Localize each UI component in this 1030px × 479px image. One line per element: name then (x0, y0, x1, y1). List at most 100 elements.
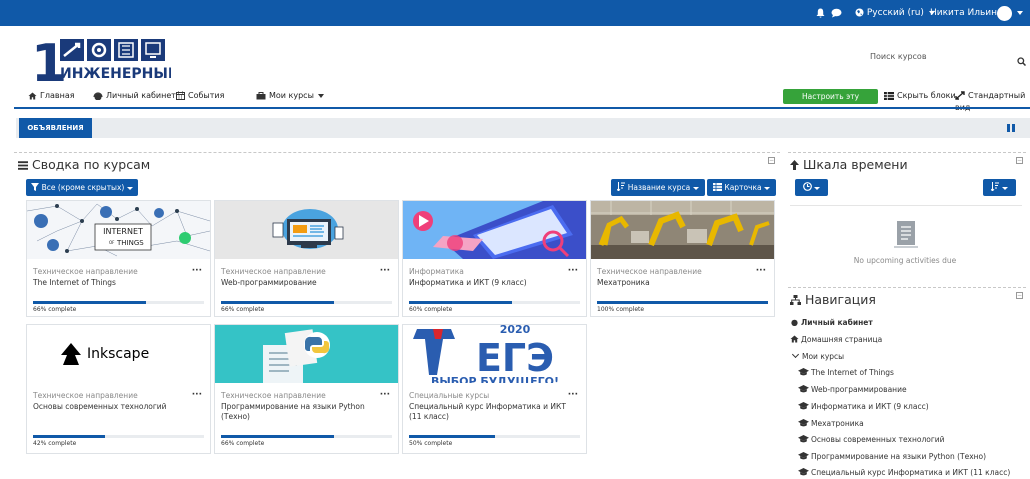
dashboard-icon (791, 319, 798, 327)
nav-tree-course[interactable]: Web-программирование (798, 385, 907, 394)
language-label: Русский (ru) (866, 8, 924, 18)
globe-icon (855, 8, 864, 17)
progress-fill (409, 301, 512, 304)
course-name-link[interactable]: Web-программирование (221, 278, 381, 288)
top-navbar: Русский (ru) Никита Ильин (0, 0, 1030, 26)
navigation-title-text: Навигация (805, 292, 876, 307)
progress-fill (33, 435, 105, 438)
course-view-label: Карточка (724, 183, 762, 192)
graduation-cap-icon (798, 452, 809, 460)
standard-view-button[interactable]: Стандартный вид (955, 90, 1030, 112)
dashboard-icon (93, 92, 103, 101)
course-actions-menu[interactable]: ··· (192, 266, 202, 276)
course-category: Техническое направление (221, 391, 326, 400)
messages-chat-icon[interactable] (831, 0, 843, 26)
course-image-python[interactable] (215, 325, 398, 383)
course-name-link[interactable]: Специальный курс Информатика и ИКТ (11 к… (409, 402, 569, 422)
nav-tree-course-label: Программирование на языки Python (Техно) (811, 452, 987, 461)
course-actions-menu[interactable]: ··· (380, 266, 390, 276)
course-view-dropdown[interactable]: Карточка (707, 179, 776, 196)
no-upcoming-activities-text: No upcoming activities due (853, 256, 957, 265)
course-actions-menu[interactable]: ··· (192, 390, 202, 400)
progress-fill (409, 435, 495, 438)
course-card[interactable]: Информатика ··· Информатика и ИКТ (9 кла… (402, 200, 587, 317)
timeline-divider (788, 152, 1026, 153)
language-menu[interactable]: Русский (ru) (855, 0, 935, 26)
overview-collapse-icon[interactable]: − (768, 157, 775, 164)
course-image-mechatronics[interactable] (591, 201, 774, 259)
hide-blocks-button[interactable]: Скрыть блоки (884, 90, 956, 104)
expand-arrows-icon (955, 91, 965, 100)
chevron-down-icon (126, 186, 133, 190)
course-progress-label: 50% complete (409, 440, 453, 447)
course-name-link[interactable]: The Internet of Things (33, 278, 193, 288)
nav-events[interactable]: События (176, 90, 224, 104)
course-search-input[interactable]: Поиск курсов (870, 52, 927, 61)
course-card[interactable]: Техническое направление ··· Программиров… (214, 324, 399, 454)
iot-text-of: OF (109, 240, 115, 245)
nav-tree-my-courses[interactable]: Мои курсы (791, 350, 845, 361)
nav-dashboard[interactable]: Личный кабинет (93, 90, 176, 104)
nav-tree-dashboard[interactable]: Личный кабинет (790, 318, 873, 327)
course-image-inkscape[interactable]: Inkscape (27, 325, 210, 383)
course-filter-dropdown[interactable]: Все (кроме скрытых) (26, 179, 138, 196)
chevron-down-icon (791, 350, 800, 359)
nav-tree-course[interactable]: Программирование на языки Python (Техно) (798, 452, 986, 461)
nav-tree-course[interactable]: Специальный курс Информатика и ИКТ (11 к… (798, 468, 1010, 477)
timeline-sort-dropdown[interactable] (983, 179, 1016, 196)
course-progress-bar (409, 301, 580, 304)
course-progress-bar (409, 435, 580, 438)
graduation-cap-icon (798, 419, 809, 427)
user-menu-chevron-icon[interactable] (1017, 11, 1023, 15)
course-image-ege[interactable]: 2020 ЕГЭ ВЫБОР БУДУЩЕГО! (403, 325, 586, 383)
progress-fill (221, 301, 334, 304)
course-image-informatics[interactable] (403, 201, 586, 259)
course-card[interactable]: 2020 ЕГЭ ВЫБОР БУДУЩЕГО! Специальные кур… (402, 324, 587, 454)
avatar[interactable] (997, 6, 1012, 21)
customize-page-button[interactable]: Настроить эту страницу (783, 89, 878, 116)
nav-tree-my-courses-label: Мои курсы (802, 352, 845, 361)
timeline-collapse-icon[interactable]: − (1016, 157, 1023, 164)
navigation-collapse-icon[interactable]: − (1016, 292, 1023, 299)
nav-home[interactable]: Главная (28, 90, 75, 104)
course-sort-dropdown[interactable]: Название курса (611, 179, 705, 196)
announcements-bar (16, 118, 1030, 138)
course-category: Техническое направление (33, 391, 138, 400)
course-card[interactable]: Inkscape Техническое направление ··· Осн… (26, 324, 211, 454)
nav-my-courses[interactable]: Мои курсы (256, 90, 325, 104)
nav-tree-course[interactable]: Мехатроника (798, 419, 864, 428)
nav-tree-home[interactable]: Домашняя страница (790, 335, 882, 344)
course-card[interactable]: INTERNET OF THINGS Техническое направлен… (26, 200, 211, 317)
course-card[interactable]: Техническое направление ··· Web-программ… (214, 200, 399, 317)
chevron-down-icon (763, 186, 770, 190)
timeline-filter-dropdown[interactable] (795, 179, 828, 196)
notifications-bell-icon[interactable] (816, 0, 826, 26)
course-overview-title-text: Сводка по курсам (32, 157, 151, 172)
nav-tree-course[interactable]: Информатика и ИКТ (9 класс) (798, 402, 929, 411)
pause-icon[interactable] (1007, 124, 1015, 132)
course-progress-label: 66% complete (221, 440, 265, 447)
iot-text-internet: INTERNET (103, 227, 143, 236)
nav-tree-course[interactable]: Основы современных технологий (798, 435, 945, 444)
course-progress-bar (221, 301, 392, 304)
course-image-iot[interactable]: INTERNET OF THINGS (27, 201, 210, 259)
course-name-link[interactable]: Программирование на языки Python (Техно) (221, 402, 381, 422)
nav-events-label: События (188, 91, 225, 100)
announcements-tab[interactable]: ОБЪЯВЛЕНИЯ (19, 118, 92, 138)
nav-tree-course-label: Специальный курс Информатика и ИКТ (11 к… (811, 468, 1011, 477)
nav-tree-course-label: The Internet of Things (811, 368, 894, 377)
course-actions-menu[interactable]: ··· (380, 390, 390, 400)
course-card[interactable]: Техническое направление ··· Мехатроника … (590, 200, 775, 317)
course-actions-menu[interactable]: ··· (568, 266, 578, 276)
ege-main-text: ЕГЭ (476, 336, 554, 380)
course-actions-menu[interactable]: ··· (568, 390, 578, 400)
course-name-link[interactable]: Информатика и ИКТ (9 класс) (409, 278, 569, 288)
nav-tree-course[interactable]: The Internet of Things (798, 368, 894, 377)
course-image-web[interactable] (215, 201, 398, 259)
course-actions-menu[interactable]: ··· (756, 266, 766, 276)
course-name-link[interactable]: Основы современных технологий (33, 402, 193, 412)
course-name-link[interactable]: Мехатроника (597, 278, 757, 288)
user-menu-name[interactable]: Никита Ильин (930, 0, 997, 26)
site-logo[interactable]: 1 ИНЖЕНЕРНЫЙ (31, 34, 180, 94)
search-icon[interactable] (1017, 51, 1027, 70)
